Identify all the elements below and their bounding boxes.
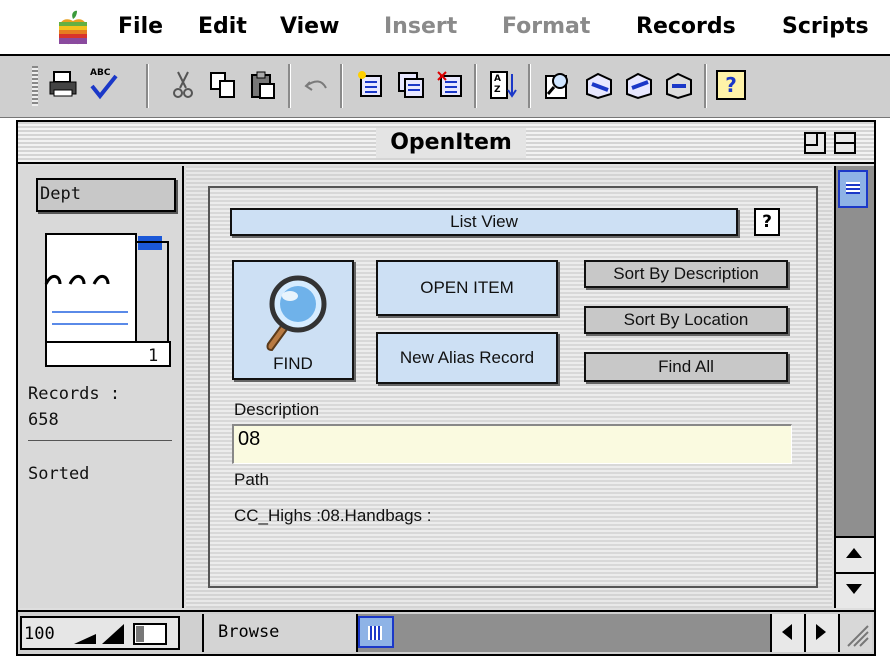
menu-scripts[interactable]: Scripts	[782, 14, 869, 39]
resize-grip-icon[interactable]	[838, 614, 872, 652]
help-label: ?	[725, 73, 737, 97]
toolbar-separator	[474, 64, 477, 108]
toolbar-separator	[288, 64, 291, 108]
cut-icon[interactable]	[168, 70, 198, 100]
vertical-scroll-thumb[interactable]	[838, 170, 868, 208]
toolbar-separator	[340, 64, 343, 108]
menu-edit[interactable]: Edit	[198, 14, 247, 39]
menu-view[interactable]: View	[280, 14, 339, 39]
help-button[interactable]: ?	[754, 208, 780, 236]
find-icon[interactable]	[542, 70, 572, 100]
menu-format[interactable]: Format	[502, 14, 590, 39]
copy-icon[interactable]	[208, 70, 238, 100]
toolbar-grip[interactable]	[32, 66, 38, 106]
new-alias-record-button[interactable]: New Alias Record	[376, 332, 558, 384]
sort-by-location-button[interactable]: Sort By Location	[584, 306, 788, 334]
horizontal-scroll-thumb[interactable]	[358, 616, 394, 648]
duplicate-record-icon[interactable]	[396, 70, 426, 100]
find-button-label: FIND	[273, 354, 313, 373]
delete-record-icon[interactable]	[436, 70, 466, 100]
path-label: Path	[234, 470, 269, 489]
layout-name: Dept	[40, 184, 81, 204]
apple-menu-icon[interactable]	[56, 10, 90, 46]
description-label: Description	[234, 400, 320, 419]
find-all-button[interactable]: Find All	[584, 352, 788, 382]
layout-menu[interactable]: Dept	[36, 178, 176, 212]
collapse-box-icon[interactable]	[834, 132, 856, 154]
mode-label: Browse	[218, 622, 280, 642]
zoom-box-icon[interactable]	[804, 132, 826, 154]
find-button[interactable]: FIND	[232, 260, 354, 380]
menu-bar: File Edit View Insert Format Records Scr…	[0, 0, 890, 56]
sort-status: Sorted	[28, 464, 90, 484]
scroll-left-arrow-icon[interactable]	[770, 614, 804, 652]
bottom-bar: 100 Browse	[18, 610, 874, 654]
form-panel: List View ? FIND OPEN ITEM New Alias Rec…	[208, 186, 818, 588]
scroll-up-arrow-icon[interactable]	[836, 536, 874, 572]
menu-file[interactable]: File	[118, 14, 163, 39]
zoom-controls: 100	[20, 616, 180, 650]
find-all-icon[interactable]	[624, 70, 654, 100]
print-icon[interactable]	[48, 70, 78, 100]
menu-records[interactable]: Records	[636, 14, 736, 39]
description-field[interactable]: 08	[232, 424, 792, 464]
new-record-icon[interactable]	[356, 70, 386, 100]
undo-icon[interactable]	[302, 70, 332, 100]
zoom-out-icon[interactable]	[72, 624, 98, 646]
sort-icon[interactable]: A Z	[488, 70, 518, 100]
toolbar-separator	[146, 64, 149, 108]
zoom-percent[interactable]: 100	[24, 624, 55, 644]
records-count: 658	[28, 410, 59, 430]
mode-popup[interactable]: Browse	[202, 614, 358, 652]
sort-label: A Z	[494, 74, 501, 95]
record-number[interactable]: 1	[148, 346, 158, 366]
records-label: Records :	[28, 384, 121, 404]
zoom-in-icon[interactable]	[100, 622, 126, 646]
scroll-right-arrow-icon[interactable]	[804, 614, 838, 652]
spell-check-icon[interactable]: ABC	[88, 68, 118, 100]
horizontal-scrollbar[interactable]	[358, 614, 770, 652]
toolbar: ABC A Z ?	[0, 56, 890, 118]
path-value[interactable]: CC_Highs :08.Handbags :	[234, 506, 432, 526]
scroll-down-arrow-icon[interactable]	[836, 572, 874, 608]
omit-icon[interactable]	[664, 70, 694, 100]
sort-by-description-button[interactable]: Sort By Description	[584, 260, 788, 288]
menu-insert[interactable]: Insert	[384, 14, 457, 39]
status-area-toggle-icon[interactable]	[132, 622, 172, 646]
magnifier-icon	[266, 275, 327, 352]
replace-icon[interactable]	[584, 70, 614, 100]
toolbar-separator	[528, 64, 531, 108]
window-title: OpenItem	[376, 128, 526, 158]
list-view-button[interactable]: List View	[230, 208, 738, 236]
paste-icon[interactable]	[248, 70, 278, 100]
toolbar-separator	[704, 64, 707, 108]
help-icon[interactable]: ?	[716, 70, 746, 100]
sidebar-divider	[28, 440, 172, 441]
vertical-scrollbar[interactable]	[834, 166, 874, 608]
status-area: Dept 1 Records : 658 Sorted	[20, 166, 184, 608]
open-item-button[interactable]: OPEN ITEM	[376, 260, 558, 316]
